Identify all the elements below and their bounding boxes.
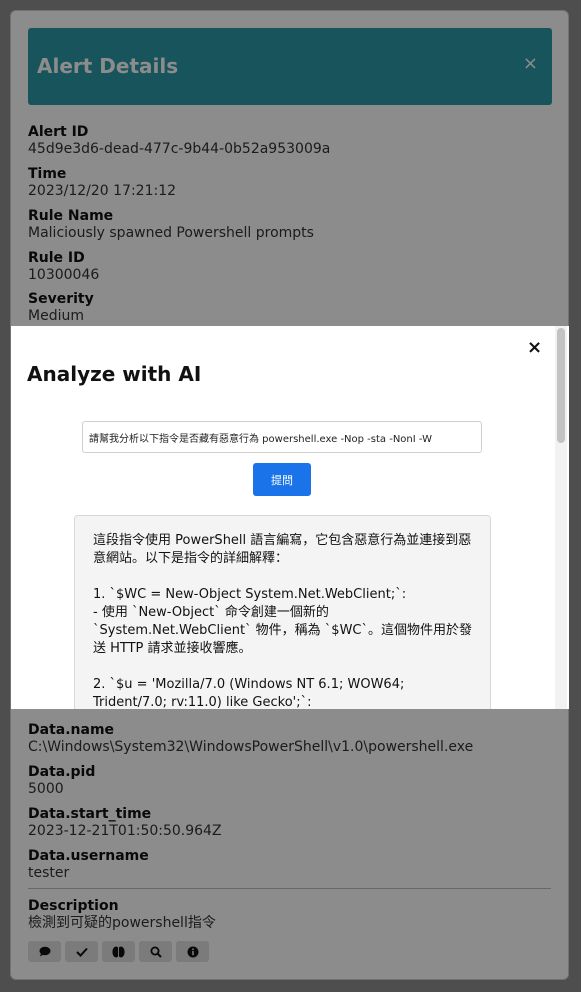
analyze-ai-modal: × Analyze with AI 提問 這段指令使用 PowerShell 語… <box>11 326 569 709</box>
answer-paragraph: 2. `$u = 'Mozilla/7.0 (Windows NT 6.1; W… <box>93 677 405 709</box>
close-icon[interactable]: × <box>527 338 542 358</box>
modal-title: Analyze with AI <box>27 362 202 386</box>
prompt-input[interactable] <box>82 421 482 453</box>
answer-paragraph: 這段指令使用 PowerShell 語言編寫，它包含惡意行為並連接到惡意網站。以… <box>93 533 472 566</box>
answer-paragraph: 1. `$WC = New-Object System.Net.WebClien… <box>93 587 407 602</box>
scrollbar-thumb[interactable] <box>557 328 565 443</box>
answer-paragraph: - 使用 `New-Object` 命令創建一個新的 `System.Net.W… <box>93 605 473 656</box>
ai-answer-box: 這段指令使用 PowerShell 語言編寫，它包含惡意行為並連接到惡意網站。以… <box>74 515 491 709</box>
ask-button[interactable]: 提問 <box>253 463 311 496</box>
